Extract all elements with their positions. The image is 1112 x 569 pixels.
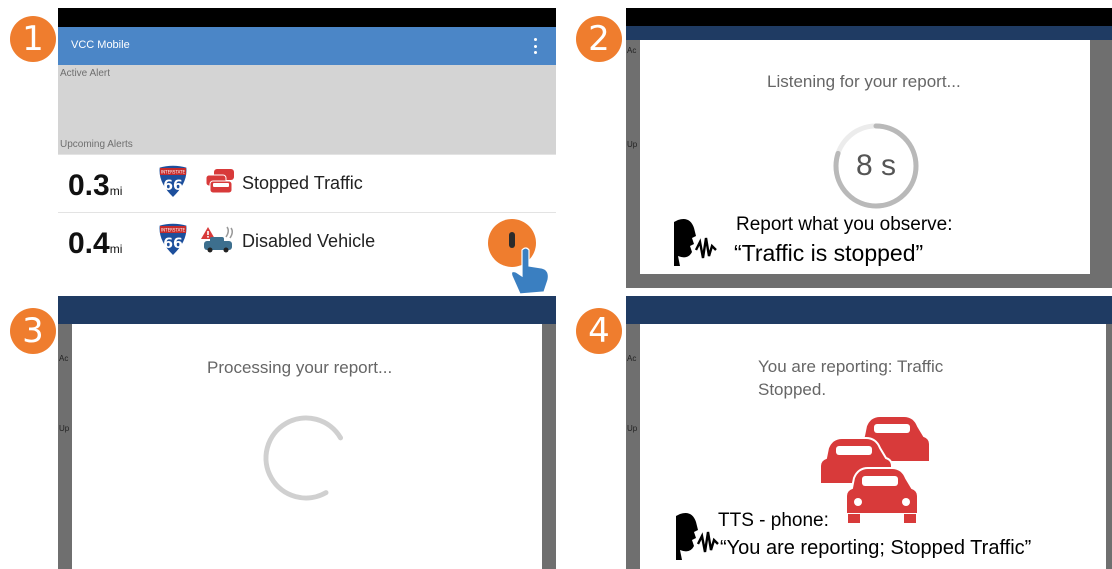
status-bar bbox=[626, 8, 1112, 26]
dialog-heading: Listening for your report... bbox=[767, 72, 961, 91]
active-alert-label: Active Alert bbox=[60, 68, 111, 79]
dimmed-label: Up bbox=[59, 424, 70, 433]
step-badge-2: 2 bbox=[576, 16, 622, 62]
step-badge-4: 4 bbox=[576, 308, 622, 354]
dialog-heading: You are reporting: Traffic Stopped. bbox=[758, 357, 944, 399]
countdown-timer: 8 s bbox=[830, 120, 922, 212]
tts-utterance: “You are reporting; Stopped Traffic” bbox=[720, 537, 1032, 559]
alert-distance: 0.3mi bbox=[68, 169, 123, 202]
interstate-shield-icon: INTERSTATE 66 bbox=[158, 164, 188, 199]
app-bar: VCC Mobile bbox=[58, 27, 556, 65]
panel-processing: Ac Up Processing your report... bbox=[58, 296, 556, 569]
step-badge-1: 1 bbox=[10, 16, 56, 62]
processing-dialog: Processing your report... bbox=[72, 324, 542, 569]
svg-text:INTERSTATE: INTERSTATE bbox=[161, 228, 185, 233]
tap-hand-icon bbox=[510, 247, 549, 295]
panel-listening: Ac Up Listening for your report... 8 s R… bbox=[626, 8, 1112, 288]
dialog-heading: Processing your report... bbox=[207, 358, 393, 377]
svg-text:66: 66 bbox=[163, 178, 182, 194]
active-alert-area: Active Alert Upcoming Alerts bbox=[58, 65, 556, 155]
stopped-traffic-icon bbox=[819, 415, 931, 523]
status-bar bbox=[58, 8, 556, 27]
tts-caption: TTS - phone: bbox=[718, 510, 829, 531]
speaking-head-icon bbox=[674, 219, 717, 266]
app-bar-dimmed bbox=[626, 296, 1112, 324]
svg-text:66: 66 bbox=[163, 236, 182, 252]
dimmed-label: Up bbox=[627, 140, 638, 149]
alert-row[interactable]: 0.3mi INTERSTATE 66 Stopped Traffic bbox=[58, 154, 556, 212]
alert-title: Disabled Vehicle bbox=[242, 231, 376, 251]
dimmed-background bbox=[626, 274, 1112, 288]
alert-row[interactable]: 0.4mi INTERSTATE 66 Disabled Vehicle bbox=[58, 212, 556, 270]
app-bar-dimmed bbox=[626, 26, 1112, 40]
upcoming-alerts-label: Upcoming Alerts bbox=[60, 139, 133, 150]
dimmed-label: Ac bbox=[59, 354, 69, 363]
spinner-icon bbox=[263, 415, 349, 501]
countdown-value: 8 s bbox=[855, 149, 897, 182]
app-bar-dimmed bbox=[58, 296, 556, 324]
speaking-head-icon bbox=[676, 513, 719, 560]
svg-text:INTERSTATE: INTERSTATE bbox=[161, 170, 185, 175]
alert-title: Stopped Traffic bbox=[242, 173, 363, 193]
step-badge-3: 3 bbox=[10, 308, 56, 354]
dimmed-label: Ac bbox=[627, 354, 637, 363]
interstate-shield-icon: INTERSTATE 66 bbox=[158, 222, 188, 257]
panel-alert-list: VCC Mobile Active Alert Upcoming Alerts … bbox=[58, 8, 556, 296]
loading-spinner bbox=[260, 412, 352, 504]
dimmed-label: Ac bbox=[627, 46, 637, 55]
dimmed-background: Ac Up bbox=[626, 324, 640, 569]
stopped-traffic-icon bbox=[205, 169, 234, 194]
dimmed-background: Ac Up bbox=[626, 40, 640, 288]
dimmed-label: Up bbox=[627, 424, 638, 433]
dimmed-background: Ac Up bbox=[58, 324, 72, 569]
alert-distance: 0.4mi bbox=[68, 227, 123, 260]
panel-confirmation: Ac Up You are reporting: Traffic Stopped… bbox=[626, 296, 1112, 569]
instruction-caption: Report what you observe: bbox=[736, 214, 953, 235]
overflow-menu-icon[interactable] bbox=[534, 38, 538, 54]
disabled-vehicle-icon bbox=[201, 226, 234, 253]
example-utterance: “Traffic is stopped” bbox=[734, 240, 924, 266]
app-title: VCC Mobile bbox=[71, 39, 130, 51]
